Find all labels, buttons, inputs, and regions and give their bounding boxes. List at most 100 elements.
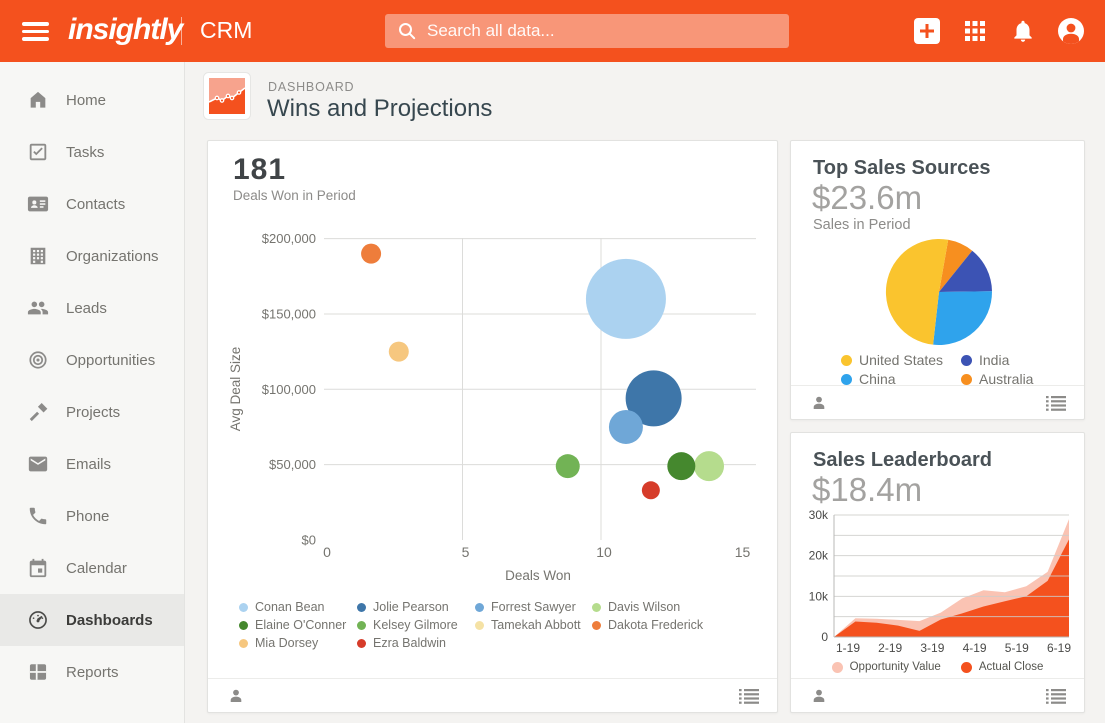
- dashboard-thumbnail-icon: [203, 72, 251, 120]
- sidebar-item-projects[interactable]: Projects: [0, 386, 184, 438]
- legend-dot: [475, 620, 484, 630]
- legend-dot: [841, 373, 852, 385]
- projects-icon: [29, 403, 48, 422]
- owner-person-icon[interactable]: [811, 395, 827, 411]
- account-avatar-icon[interactable]: [1057, 17, 1085, 45]
- sidebar-item-home[interactable]: Home: [0, 74, 184, 126]
- legend-label: Kelsey Gilmore: [373, 618, 458, 632]
- notifications-bell-icon[interactable]: [1010, 18, 1036, 44]
- app-grid-icon[interactable]: [963, 19, 987, 43]
- sidebar-item-label: Contacts: [66, 195, 126, 213]
- sidebar-nav: Home Tasks Contacts Organizations Leads Oppor…: [0, 62, 185, 723]
- sidebar-item-emails[interactable]: Emails: [0, 438, 184, 490]
- leaderboard-area-chart: 0 10k 20k 30k 1-19 2-19 3-19 4-19 5-19 6-19: [809, 508, 1072, 655]
- bubble-davis-wilson[interactable]: [694, 451, 725, 482]
- sidebar-item-dashboards[interactable]: Dashboards: [0, 594, 184, 646]
- pie-slice-china[interactable]: [933, 291, 992, 345]
- legend-label: Jolie Pearson: [373, 600, 449, 614]
- svg-text:0: 0: [821, 630, 828, 644]
- menu-icon[interactable]: [22, 22, 49, 41]
- search-icon: [399, 23, 416, 40]
- search-bar[interactable]: [385, 14, 789, 48]
- bubble-elaine-o-conner[interactable]: [667, 452, 696, 481]
- insightly-logo[interactable]: insightly: [68, 0, 183, 62]
- list-view-icon[interactable]: [1046, 689, 1066, 704]
- legend-item-mia-dorsey: Mia Dorsey: [239, 635, 357, 651]
- sidebar-item-opportunities[interactable]: Opportunities: [0, 334, 184, 386]
- sidebar-item-leads[interactable]: Leads: [0, 282, 184, 334]
- dashboards-icon: [29, 611, 47, 629]
- legend-dot: [841, 354, 852, 366]
- phone-icon: [29, 507, 47, 525]
- list-view-icon[interactable]: [739, 689, 759, 704]
- leaderboard-card-title: Sales Leaderboard: [813, 449, 992, 471]
- calendar-icon: [29, 558, 47, 578]
- legend-item-ezra-baldwin: Ezra Baldwin: [357, 635, 475, 651]
- legend-label: Opportunity Value: [849, 661, 941, 673]
- sidebar-item-label: Phone: [66, 507, 110, 525]
- sidebar-item-reports[interactable]: Reports: [0, 646, 184, 698]
- legend-label: Mia Dorsey: [255, 636, 319, 650]
- sidebar-item-organizations[interactable]: Organizations: [0, 230, 184, 282]
- legend-label: India: [979, 352, 1010, 368]
- sidebar-item-phone[interactable]: Phone: [0, 490, 184, 542]
- svg-text:1-19: 1-19: [836, 641, 860, 655]
- sidebar-item-tasks[interactable]: Tasks: [0, 126, 184, 178]
- tasks-icon: [29, 143, 47, 161]
- sidebar-item-contacts[interactable]: Contacts: [0, 178, 184, 230]
- svg-text:2-19: 2-19: [878, 641, 902, 655]
- legend-label: Actual Close: [978, 661, 1044, 673]
- legend-item-davis-wilson: Davis Wilson: [592, 599, 703, 615]
- emails-icon: [28, 456, 48, 472]
- legend-dot: [960, 661, 972, 673]
- search-input[interactable]: [427, 14, 777, 48]
- legend-item-actual-close: Actual Close: [960, 659, 1044, 675]
- list-view-icon[interactable]: [1046, 396, 1066, 411]
- svg-text:$100,000: $100,000: [262, 382, 316, 397]
- quick-add-icon[interactable]: [914, 18, 940, 44]
- legend-item-elaine-o-conner: Elaine O'Conner: [239, 617, 357, 633]
- legend-item-jolie-pearson: Jolie Pearson: [357, 599, 475, 615]
- breadcrumb-eyebrow: DASHBOARD: [268, 80, 355, 94]
- svg-text:0: 0: [323, 544, 331, 560]
- leads-icon: [27, 301, 49, 315]
- svg-text:5: 5: [462, 544, 470, 560]
- svg-text:10k: 10k: [809, 589, 829, 603]
- legend-dot: [592, 602, 601, 612]
- svg-text:Deals Won: Deals Won: [505, 568, 571, 583]
- deals-won-metric: 181: [233, 153, 287, 186]
- svg-text:15: 15: [735, 544, 751, 560]
- owner-person-icon[interactable]: [228, 688, 244, 704]
- bubble-conan-bean[interactable]: [585, 258, 666, 339]
- svg-text:4-19: 4-19: [963, 641, 987, 655]
- legend-dot: [357, 602, 366, 612]
- bubble-dakota-frederick[interactable]: [361, 243, 382, 264]
- owner-person-icon[interactable]: [811, 688, 827, 704]
- area-chart-legend: Opportunity Value Actual Close: [791, 659, 1084, 675]
- sources-metric: $23.6m: [812, 179, 923, 216]
- legend-label: Ezra Baldwin: [373, 636, 446, 650]
- legend-dot: [357, 638, 366, 648]
- sidebar-item-label: Calendar: [66, 559, 127, 577]
- top-bar: insightly CRM: [0, 0, 1105, 62]
- legend-label: Conan Bean: [255, 600, 325, 614]
- legend-label: Elaine O'Conner: [255, 618, 347, 632]
- legend-item-tamekah-abbott: Tamekah Abbott: [475, 617, 592, 633]
- bubble-kelsey-gilmore[interactable]: [555, 454, 580, 479]
- sidebar-item-label: Projects: [66, 403, 121, 421]
- contacts-icon: [27, 196, 49, 212]
- reports-icon: [29, 664, 47, 680]
- bubble-ezra-baldwin[interactable]: [641, 481, 660, 500]
- legend-label: Forrest Sawyer: [491, 600, 576, 614]
- bubble-forrest-sawyer[interactable]: [608, 409, 643, 444]
- sidebar-item-label: Tasks: [66, 143, 105, 161]
- opportunities-icon: [29, 351, 47, 369]
- legend-item-forrest-sawyer: Forrest Sawyer: [475, 599, 592, 615]
- svg-text:30k: 30k: [809, 508, 829, 522]
- bubble-mia-dorsey[interactable]: [388, 341, 409, 362]
- legend-label: United States: [859, 352, 944, 368]
- sidebar-item-calendar[interactable]: Calendar: [0, 542, 184, 594]
- legend-dot: [357, 620, 366, 630]
- legend-item-india: India: [961, 352, 1033, 368]
- legend-dot: [961, 373, 972, 385]
